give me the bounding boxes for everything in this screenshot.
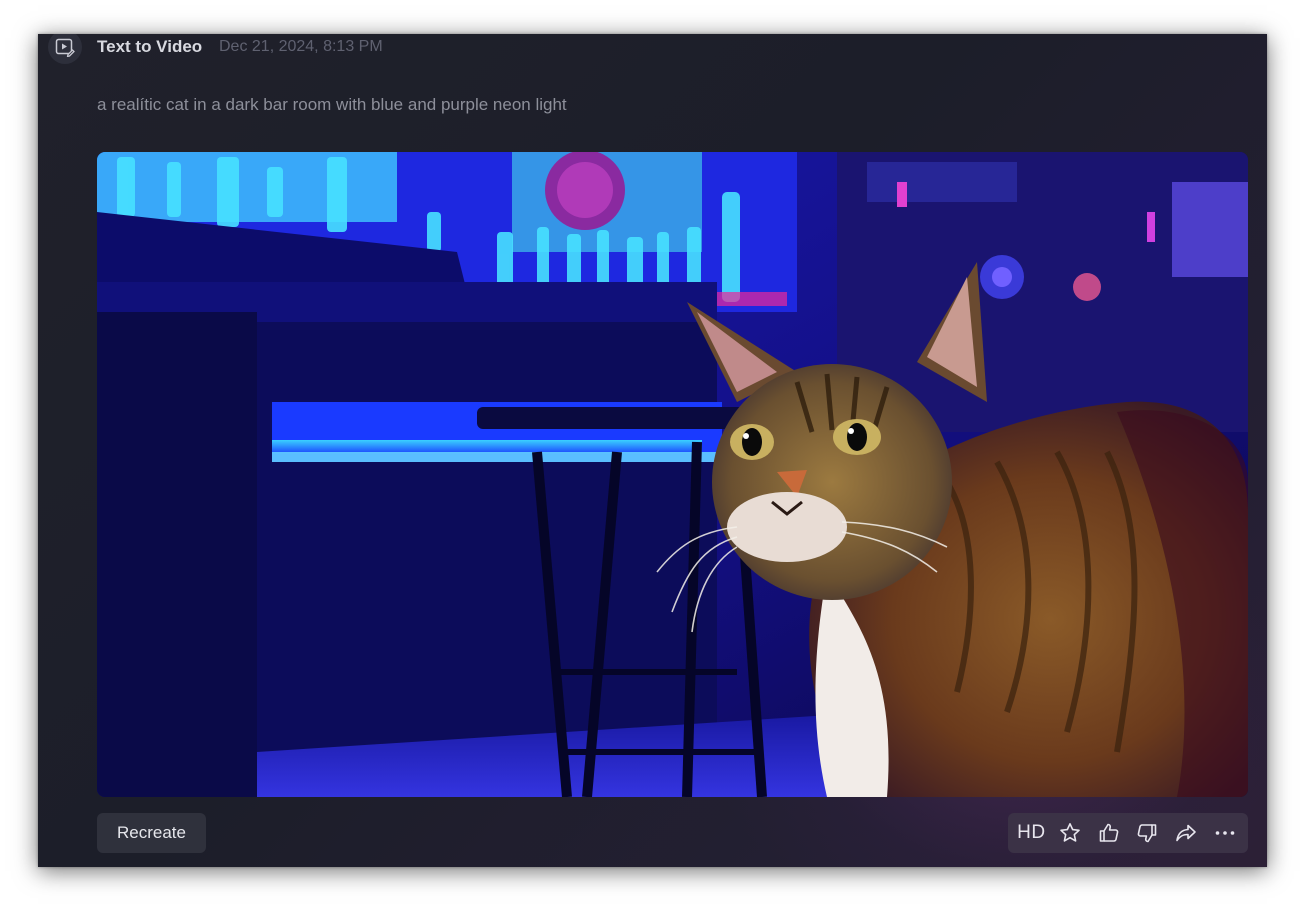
prompt-text: a realític cat in a dark bar room with b… — [97, 95, 567, 114]
card-header: Text to Video Dec 21, 2024, 8:13 PM — [38, 34, 1267, 64]
share-icon[interactable] — [1169, 816, 1203, 850]
cat-in-bar-image — [97, 152, 1248, 797]
video-preview[interactable] — [97, 152, 1248, 797]
hd-button[interactable]: HD — [1014, 816, 1048, 850]
action-toolbar: HD — [1008, 813, 1248, 853]
mode-title: Text to Video — [97, 37, 203, 56]
more-icon[interactable] — [1208, 816, 1242, 850]
timestamp: Dec 21, 2024, 8:13 PM — [219, 38, 383, 55]
video-edit-icon[interactable] — [48, 34, 82, 64]
star-icon[interactable] — [1053, 816, 1087, 850]
generation-card: Text to Video Dec 21, 2024, 8:13 PM a re… — [38, 34, 1267, 867]
thumbs-up-icon[interactable] — [1092, 816, 1126, 850]
recreate-button[interactable]: Recreate — [97, 813, 206, 853]
thumbs-down-icon[interactable] — [1130, 816, 1164, 850]
